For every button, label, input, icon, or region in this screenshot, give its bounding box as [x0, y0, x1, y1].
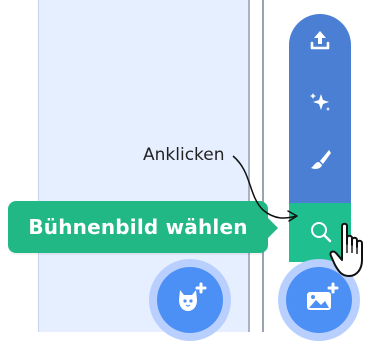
hand-cursor-icon [329, 222, 363, 277]
image-plus-icon [299, 280, 339, 320]
choose-sprite-button[interactable] [157, 267, 223, 333]
cat-plus-icon [170, 280, 210, 320]
